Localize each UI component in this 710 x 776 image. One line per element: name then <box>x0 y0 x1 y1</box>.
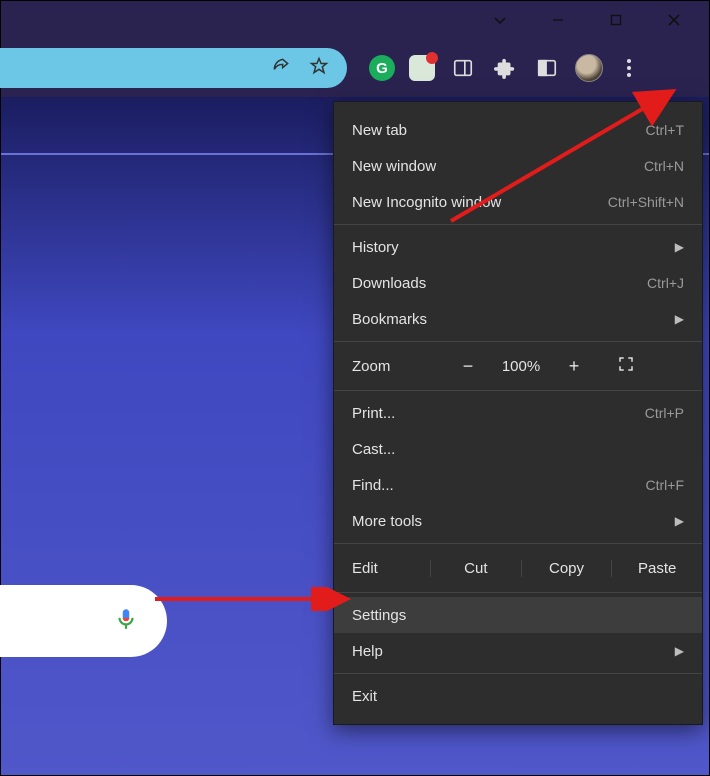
menu-label: Downloads <box>352 275 426 292</box>
address-bar[interactable] <box>0 48 347 88</box>
menu-item-bookmarks[interactable]: Bookmarks ▶ <box>334 301 702 337</box>
edit-copy-button[interactable]: Copy <box>521 560 612 577</box>
chrome-menu-button[interactable] <box>617 54 641 82</box>
menu-label: History <box>352 239 399 256</box>
fullscreen-icon[interactable] <box>598 355 654 377</box>
side-panel-icon[interactable] <box>449 54 477 82</box>
menu-label: Find... <box>352 477 394 494</box>
window-maximize-icon[interactable] <box>603 7 629 33</box>
menu-item-zoom: Zoom − 100% + <box>334 346 702 386</box>
menu-label: Settings <box>352 607 406 624</box>
window-title-bar <box>1 1 709 39</box>
window-dropdown-icon[interactable] <box>487 7 513 33</box>
browser-toolbar: G <box>1 39 709 97</box>
adblock-extension-icon[interactable] <box>409 55 435 81</box>
chevron-right-icon: ▶ <box>675 514 684 528</box>
profile-avatar[interactable] <box>575 54 603 82</box>
edit-cut-button[interactable]: Cut <box>430 560 521 577</box>
extensions-puzzle-icon[interactable] <box>491 54 519 82</box>
edit-paste-button[interactable]: Paste <box>611 560 702 577</box>
reading-list-icon[interactable] <box>533 54 561 82</box>
menu-label: Bookmarks <box>352 311 427 328</box>
menu-item-new-tab[interactable]: New tab Ctrl+T <box>334 112 702 148</box>
menu-shortcut: Ctrl+F <box>646 477 685 493</box>
zoom-value: 100% <box>492 358 550 375</box>
google-search-box[interactable] <box>0 585 167 657</box>
menu-shortcut: Ctrl+N <box>644 158 684 174</box>
menu-label: Help <box>352 643 383 660</box>
menu-item-find[interactable]: Find... Ctrl+F <box>334 467 702 503</box>
menu-label: New tab <box>352 122 407 139</box>
grammarly-extension-icon[interactable]: G <box>369 55 395 81</box>
menu-item-exit[interactable]: Exit <box>334 678 702 714</box>
menu-label: More tools <box>352 513 422 530</box>
menu-item-downloads[interactable]: Downloads Ctrl+J <box>334 265 702 301</box>
chevron-right-icon: ▶ <box>675 240 684 254</box>
zoom-in-button[interactable]: + <box>550 356 598 377</box>
bookmark-star-icon[interactable] <box>309 56 329 81</box>
menu-label: New Incognito window <box>352 194 501 211</box>
menu-shortcut: Ctrl+T <box>646 122 685 138</box>
menu-item-cast[interactable]: Cast... <box>334 431 702 467</box>
menu-shortcut: Ctrl+J <box>647 275 684 291</box>
share-icon[interactable] <box>271 56 291 81</box>
menu-item-settings[interactable]: Settings <box>334 597 702 633</box>
menu-item-print[interactable]: Print... Ctrl+P <box>334 395 702 431</box>
extension-icons: G <box>347 54 641 82</box>
menu-item-new-incognito[interactable]: New Incognito window Ctrl+Shift+N <box>334 184 702 220</box>
menu-item-more-tools[interactable]: More tools ▶ <box>334 503 702 539</box>
menu-label: Exit <box>352 688 377 705</box>
menu-label: Cast... <box>352 441 395 458</box>
zoom-out-button[interactable]: − <box>444 356 492 377</box>
voice-search-icon[interactable] <box>113 606 139 637</box>
menu-label: Print... <box>352 405 395 422</box>
menu-shortcut: Ctrl+P <box>645 405 684 421</box>
menu-label: Zoom <box>352 358 444 375</box>
chevron-right-icon: ▶ <box>675 644 684 658</box>
window-minimize-icon[interactable] <box>545 7 571 33</box>
menu-shortcut: Ctrl+Shift+N <box>608 194 684 210</box>
menu-item-help[interactable]: Help ▶ <box>334 633 702 669</box>
menu-item-new-window[interactable]: New window Ctrl+N <box>334 148 702 184</box>
menu-item-edit-row: Edit Cut Copy Paste <box>334 548 702 588</box>
menu-label: Edit <box>334 560 430 577</box>
menu-label: New window <box>352 158 436 175</box>
menu-item-history[interactable]: History ▶ <box>334 229 702 265</box>
chrome-overflow-menu: New tab Ctrl+T New window Ctrl+N New Inc… <box>333 101 703 725</box>
chevron-right-icon: ▶ <box>675 312 684 326</box>
window-close-icon[interactable] <box>661 7 687 33</box>
